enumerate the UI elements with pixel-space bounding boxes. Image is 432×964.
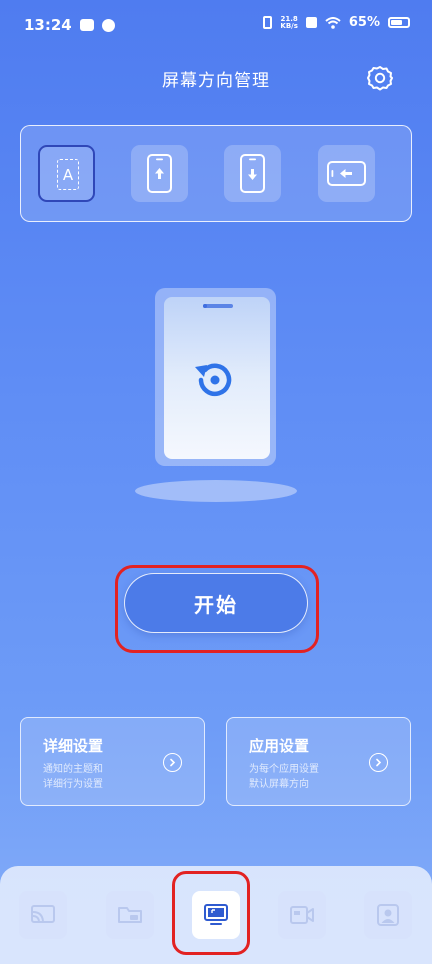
network-speed-unit: KB/s [280, 21, 298, 30]
status-bar: 13:24 21.8 KB/s 65% [0, 0, 432, 52]
status-time: 13:24 [24, 16, 72, 34]
mail-notification-icon [79, 19, 94, 31]
app-settings-card[interactable]: 应用设置 为每个应用设置 默认屏幕方向 [226, 717, 411, 806]
portrait-up-icon [147, 154, 172, 193]
video-icon [290, 906, 314, 924]
orientation-mode-card: A [20, 125, 412, 222]
wifi-icon [325, 16, 341, 29]
nav-highlight [172, 871, 250, 955]
portrait-down-icon [240, 154, 265, 193]
gear-icon[interactable] [367, 65, 393, 91]
auto-mode-label: A [62, 165, 74, 184]
phone-shadow [135, 480, 297, 502]
detail-settings-desc: 通知的主题和 详细行为设置 [43, 764, 103, 790]
detail-settings-title: 详细设置 [43, 737, 104, 755]
nav-video[interactable] [278, 891, 326, 939]
cast-icon [31, 905, 55, 923]
rotate-icon [195, 363, 232, 397]
mode-portrait-button[interactable] [131, 145, 188, 202]
mode-landscape-button[interactable] [318, 145, 375, 202]
phone-speaker [203, 304, 233, 308]
landscape-left-icon [327, 161, 366, 186]
status-right: 21.8 KB/s 65% [263, 15, 410, 30]
chevron-right-icon [163, 753, 182, 772]
nav-portrait[interactable] [364, 891, 412, 939]
no-sim-icon [305, 17, 317, 28]
mode-portrait-reverse-button[interactable] [224, 145, 281, 202]
battery-percent: 65% [348, 15, 380, 30]
battery-icon [388, 17, 410, 28]
phone-camera-dot [203, 304, 207, 308]
app-settings-title: 应用设置 [249, 737, 310, 755]
auto-rotate-icon: A [57, 159, 79, 190]
nav-cast[interactable] [19, 891, 67, 939]
app-notification-icon [101, 18, 115, 32]
folder-icon [118, 907, 142, 923]
nav-files[interactable] [106, 891, 154, 939]
vibrate-icon [263, 16, 273, 29]
chevron-right-icon [369, 753, 388, 772]
start-button-highlight [115, 565, 319, 653]
network-speed: 21.8 KB/s [280, 15, 298, 30]
app-settings-desc: 为每个应用设置 默认屏幕方向 [249, 764, 319, 790]
mode-auto-button[interactable]: A [38, 145, 95, 202]
status-left: 13:24 [24, 16, 115, 34]
portrait-icon [377, 904, 399, 926]
detail-settings-card[interactable]: 详细设置 通知的主题和 详细行为设置 [20, 717, 205, 806]
